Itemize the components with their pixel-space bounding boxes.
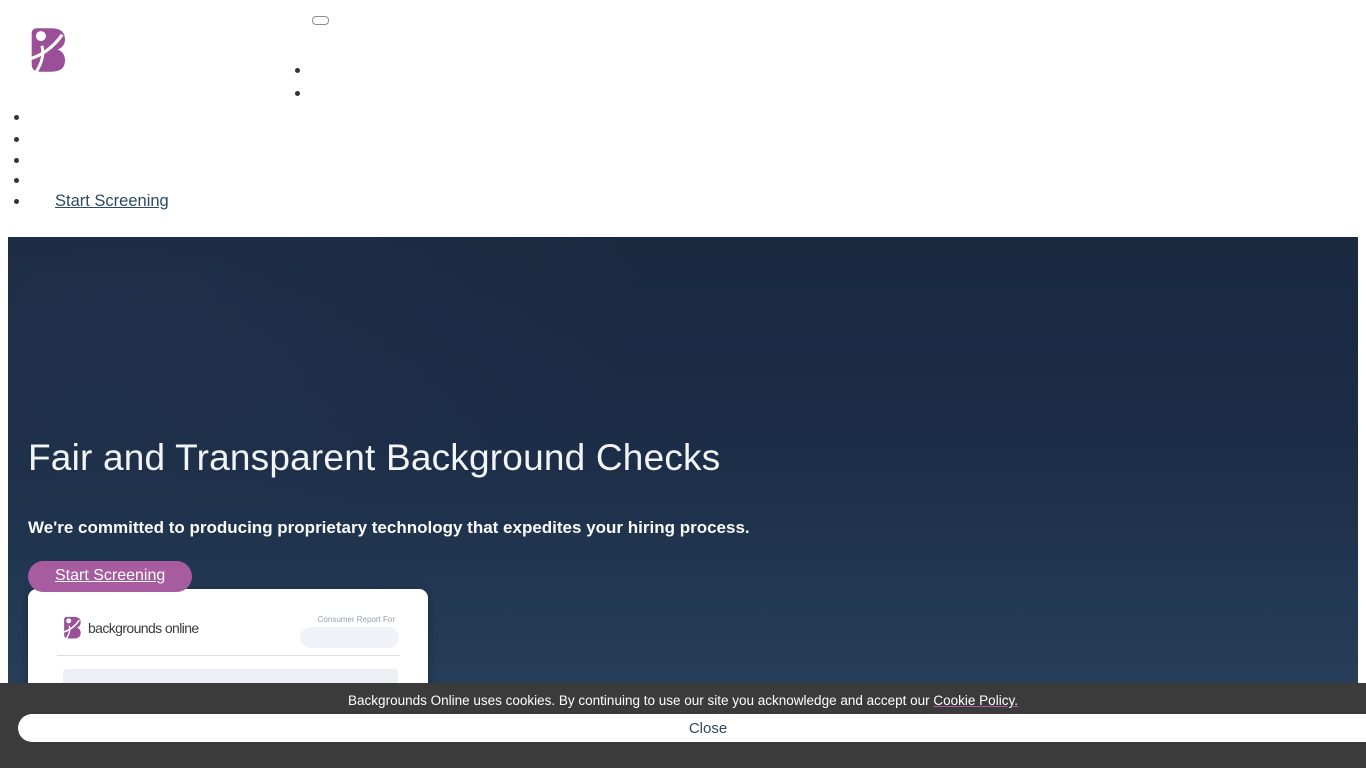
cookie-message-text: Backgrounds Online uses cookies. By cont…	[348, 693, 933, 708]
cookie-policy-link[interactable]: Cookie Policy.	[933, 693, 1018, 708]
primary-nav-item: Start Screening	[14, 190, 169, 212]
consumer-report-for-label: Consumer Report For	[318, 615, 395, 624]
primary-nav-item	[14, 128, 169, 150]
list-bullet	[295, 91, 300, 96]
list-bullet	[295, 68, 300, 73]
secondary-nav-list	[295, 59, 300, 105]
card-brand-wordmark: backgrounds online	[88, 620, 199, 636]
cookie-consent-banner: Backgrounds Online uses cookies. By cont…	[0, 683, 1366, 768]
secondary-nav-item	[295, 82, 300, 105]
primary-nav-item	[14, 150, 169, 170]
card-logo-icon	[62, 616, 81, 639]
navbar-toggle-button[interactable]	[312, 16, 329, 25]
list-bullet	[14, 115, 19, 120]
primary-nav-list: Start Screening	[14, 106, 169, 212]
card-divider	[57, 655, 400, 656]
secondary-nav-item	[295, 59, 300, 82]
site-header: Start Screening	[0, 0, 1366, 237]
primary-nav-item	[14, 170, 169, 190]
cookie-close-button[interactable]: Close	[18, 714, 1366, 742]
primary-nav-item	[14, 106, 169, 128]
hero-title: Fair and Transparent Background Checks	[28, 437, 1358, 479]
list-bullet	[14, 137, 19, 142]
list-bullet	[14, 199, 19, 204]
cookie-message: Backgrounds Online uses cookies. By cont…	[0, 692, 1366, 709]
backgrounds-online-logo-icon	[28, 26, 65, 73]
hero-subtitle: We're committed to producing proprietary…	[28, 518, 1358, 538]
list-bullet	[14, 158, 19, 163]
list-bullet	[14, 178, 19, 183]
start-screening-nav-link[interactable]: Start Screening	[55, 192, 169, 211]
report-name-placeholder	[300, 627, 399, 648]
start-screening-cta-button[interactable]: Start Screening	[28, 561, 192, 592]
